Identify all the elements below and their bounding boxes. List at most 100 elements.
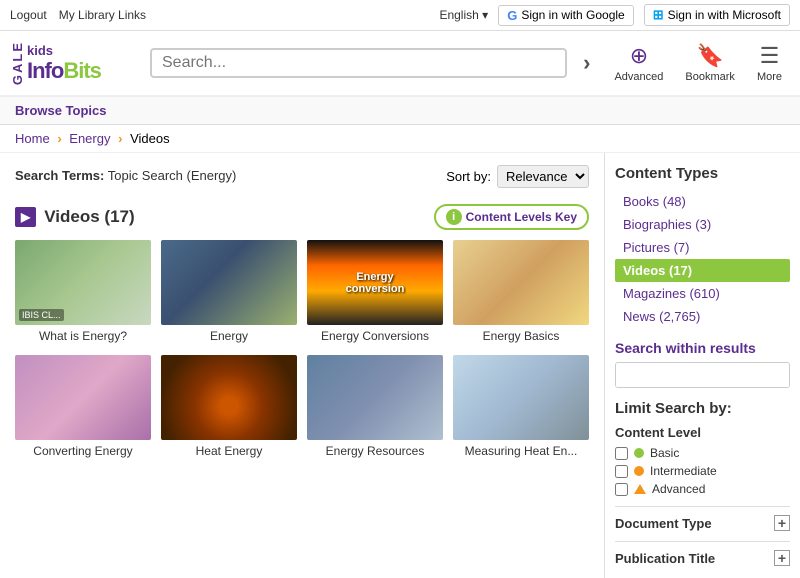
video-item[interactable]: Energy Basics — [453, 240, 589, 345]
section-heading: Videos (17) — [44, 207, 134, 227]
video-caption: Energy — [161, 329, 297, 345]
video-item[interactable]: Measuring Heat En... — [453, 355, 589, 460]
search-within-box[interactable]: 🔍 — [615, 362, 790, 388]
video-item[interactable]: Heat Energy — [161, 355, 297, 460]
sort-select[interactable]: Relevance Date Title — [497, 165, 589, 188]
limit-search: Limit Search by: Content Level Basic Int… — [615, 400, 790, 496]
chevron-down-icon: ▾ — [482, 8, 488, 22]
content-type-item[interactable]: Videos (17) — [615, 259, 790, 282]
search-submit-button[interactable]: › — [577, 50, 596, 76]
language-selector[interactable]: English ▾ — [439, 8, 488, 22]
sort-bar: Sort by: Relevance Date Title — [446, 165, 589, 188]
sort-label: Sort by: — [446, 169, 491, 184]
video-caption: Converting Energy — [15, 444, 151, 460]
video-thumbnail — [161, 355, 297, 440]
video-thumbnail — [161, 240, 297, 325]
level-advanced-checkbox[interactable] — [615, 483, 628, 496]
content-type-item[interactable]: Biographies (3) — [615, 213, 790, 236]
breadcrumb-current: Videos — [130, 131, 170, 146]
publication-title-section: Publication Title + — [615, 541, 790, 566]
header-tools: ⊕ Advanced 🔖 Bookmark ☰ More — [606, 39, 790, 87]
video-caption: Energy Basics — [453, 329, 589, 345]
video-item[interactable]: Energyconversion Energy Conversions — [307, 240, 443, 345]
content-type-item[interactable]: News (2,765) — [615, 305, 790, 328]
level-intermediate-checkbox[interactable] — [615, 465, 628, 478]
content-type-item[interactable]: Books (48) — [615, 190, 790, 213]
content-types-list: Books (48)Biographies (3)Pictures (7)Vid… — [615, 190, 790, 328]
video-thumbnail — [453, 355, 589, 440]
kids-logo: kids — [27, 43, 53, 58]
intermediate-dot-icon — [634, 466, 644, 476]
basic-dot-icon — [634, 448, 644, 458]
main-container: Search Terms: Topic Search (Energy) Sort… — [0, 153, 800, 578]
browse-topics-bar: Browse Topics — [0, 97, 800, 125]
bookmark-button[interactable]: 🔖 Bookmark — [677, 39, 743, 87]
expand-doc-type-icon: + — [774, 515, 790, 531]
bits-text: Bits — [63, 58, 101, 83]
chevron-right-icon: › — [57, 131, 61, 146]
logout-link[interactable]: Logout — [10, 8, 47, 22]
level-intermediate: Intermediate — [615, 464, 790, 478]
advanced-button[interactable]: ⊕ Advanced — [606, 39, 671, 87]
advanced-icon: ⊕ — [630, 43, 648, 69]
video-caption: Measuring Heat En... — [453, 444, 589, 460]
video-thumbnail — [453, 240, 589, 325]
breadcrumb-energy[interactable]: Energy — [69, 131, 110, 146]
intermediate-label: Intermediate — [650, 464, 717, 478]
video-play-icon: ▶ — [15, 207, 36, 227]
publication-title-header[interactable]: Publication Title + — [615, 550, 790, 566]
section-title: ▶ Videos (17) — [15, 207, 135, 227]
video-thumbnail — [307, 355, 443, 440]
video-item[interactable]: Converting Energy — [15, 355, 151, 460]
document-type-header[interactable]: Document Type + — [615, 515, 790, 531]
search-within-input[interactable] — [616, 363, 790, 387]
video-caption: Energy Resources — [307, 444, 443, 460]
sign-in-google-button[interactable]: G Sign in with Google — [498, 5, 634, 26]
more-button[interactable]: ☰ More — [749, 39, 790, 87]
video-caption: Heat Energy — [161, 444, 297, 460]
content-type-item[interactable]: Magazines (610) — [615, 282, 790, 305]
advanced-triangle-icon — [634, 484, 646, 494]
video-caption: Energy Conversions — [307, 329, 443, 345]
logo: GALE kids InfoBits — [10, 41, 140, 85]
content-types-title: Content Types — [615, 165, 790, 182]
bookmark-icon: 🔖 — [696, 43, 723, 69]
hamburger-icon: ☰ — [760, 43, 780, 69]
video-thumbnail: IBIS CL... — [15, 240, 151, 325]
video-item[interactable]: Energy — [161, 240, 297, 345]
video-caption: What is Energy? — [15, 329, 151, 345]
browse-topics-link[interactable]: Browse Topics — [15, 103, 107, 118]
advanced-label: Advanced — [652, 482, 705, 496]
search-within: Search within results 🔍 — [615, 340, 790, 388]
main-search-box[interactable] — [150, 48, 567, 78]
top-bar: Logout My Library Links English ▾ G Sign… — [0, 0, 800, 31]
chevron-right-icon-2: › — [118, 131, 122, 146]
video-item[interactable]: Energy Resources — [307, 355, 443, 460]
breadcrumb-home[interactable]: Home — [15, 131, 50, 146]
search-input[interactable] — [162, 54, 555, 72]
sidebar: Content Types Books (48)Biographies (3)P… — [605, 153, 800, 578]
content-levels-key-button[interactable]: i Content Levels Key — [434, 204, 589, 230]
document-type-section: Document Type + — [615, 506, 790, 531]
video-item[interactable]: IBIS CL... What is Energy? — [15, 240, 151, 345]
sign-in-microsoft-button[interactable]: ⊞ Sign in with Microsoft — [644, 4, 790, 26]
level-advanced: Advanced — [615, 482, 790, 496]
video-count: (17) — [104, 207, 134, 226]
search-terms: Search Terms: Topic Search (Energy) — [15, 168, 236, 183]
expand-pub-title-icon: + — [774, 550, 790, 566]
infobits-logo: InfoBits — [27, 58, 101, 84]
content-area: Search Terms: Topic Search (Energy) Sort… — [0, 153, 605, 578]
breadcrumb: Home › Energy › Videos — [0, 125, 800, 153]
microsoft-icon: ⊞ — [653, 7, 664, 23]
gale-logo: GALE — [10, 41, 25, 85]
info-text: Info — [27, 58, 63, 83]
info-circle-icon: i — [446, 209, 462, 225]
google-icon: G — [507, 8, 517, 23]
video-thumbnail: Energyconversion — [307, 240, 443, 325]
content-type-item[interactable]: Pictures (7) — [615, 236, 790, 259]
level-basic-checkbox[interactable] — [615, 447, 628, 460]
video-grid: IBIS CL... What is Energy? Energy Energycon… — [15, 240, 589, 459]
limit-search-title: Limit Search by: — [615, 400, 790, 417]
search-within-title: Search within results — [615, 340, 790, 356]
my-library-links[interactable]: My Library Links — [59, 8, 146, 22]
